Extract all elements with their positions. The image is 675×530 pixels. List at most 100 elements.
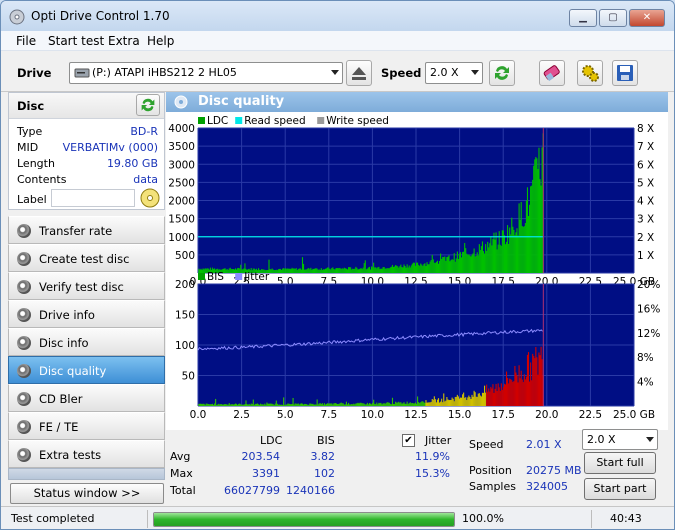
jitter-checkbox[interactable]: ✔ — [402, 434, 415, 447]
bis-bar — [302, 404, 305, 406]
ldc-bar — [301, 257, 304, 273]
eject-button[interactable] — [346, 60, 372, 86]
total-ldc: 66027799 — [224, 484, 280, 497]
ldc-bar — [492, 239, 494, 273]
chevron-down-icon — [471, 70, 479, 75]
nav-cd-bler[interactable]: CD Bler — [8, 384, 165, 412]
bis-bar — [414, 402, 417, 406]
ldc-bar — [329, 268, 331, 273]
legend-label: Jitter — [243, 271, 270, 283]
ldc-bar — [273, 270, 275, 273]
settings-button[interactable] — [577, 60, 603, 86]
speed-select[interactable]: 2.0 X — [425, 62, 483, 84]
bis-bar — [510, 379, 512, 406]
start-full-button[interactable]: Start full — [584, 452, 656, 474]
ldc-bar — [406, 264, 408, 273]
start-part-button[interactable]: Start part — [584, 478, 656, 500]
save-button[interactable] — [612, 60, 638, 86]
ldc-bar — [538, 147, 540, 273]
bis-bar — [477, 393, 479, 406]
bis-bar — [334, 403, 336, 406]
legend-swatch — [235, 117, 243, 124]
nav-create-test-disc[interactable]: Create test disc — [8, 244, 165, 272]
ldc-bar — [515, 232, 517, 273]
bis-bar — [266, 402, 268, 406]
ldc-bar — [338, 267, 340, 273]
bis-bar — [458, 398, 461, 406]
ldc-bar — [405, 267, 407, 273]
drive-select[interactable]: (P:) ATAPI iHBS212 2 HL05 — [69, 62, 343, 84]
minimize-button[interactable]: ▁ — [569, 9, 597, 27]
test-speed-select[interactable]: 2.0 X — [582, 429, 658, 450]
legend-label: BIS — [207, 271, 224, 283]
bis-bar — [478, 393, 480, 406]
bis-bar — [395, 401, 397, 406]
bis-bar — [286, 404, 288, 406]
bis-bar — [435, 402, 437, 406]
ldc-bar — [295, 267, 297, 273]
bis-bar — [491, 388, 493, 406]
bis-bar — [421, 401, 423, 406]
bis-bar — [291, 404, 293, 406]
maximize-button[interactable]: ▢ — [599, 9, 627, 27]
bis-bar — [244, 404, 246, 406]
refresh-speed-button[interactable] — [489, 60, 515, 86]
ldc-bar — [402, 267, 404, 273]
ldc-bar — [430, 260, 432, 273]
disc-yellow-icon[interactable] — [140, 188, 160, 208]
menu-file[interactable]: File — [16, 34, 36, 48]
ldc-bar — [238, 267, 240, 273]
ldc-bar — [456, 251, 458, 273]
nav-fe-te[interactable]: FE / TE — [8, 412, 165, 440]
bis-bar — [447, 399, 449, 406]
maximize-icon: ▢ — [608, 12, 618, 23]
ldc-bar — [539, 179, 541, 273]
ldc-bar — [443, 257, 445, 273]
ldc-bar — [342, 268, 344, 273]
nav-extra-tests[interactable]: Extra tests — [8, 440, 165, 468]
nav-drive-info[interactable]: Drive info — [8, 300, 165, 328]
bis-bar — [383, 403, 385, 406]
nav-transfer-rate[interactable]: Transfer rate — [8, 216, 165, 244]
bis-bar — [201, 404, 203, 406]
ldc-bar — [442, 256, 444, 273]
ldc-bar — [433, 262, 435, 273]
ldc-bar — [536, 158, 538, 273]
col-jitter-header: Jitter — [425, 434, 452, 447]
ldc-bar — [404, 265, 406, 273]
bis-bar — [430, 401, 432, 406]
menu-extra[interactable]: Extra — [108, 34, 140, 48]
ldc-bar — [386, 268, 388, 273]
bis-bar — [519, 378, 521, 406]
bis-bar — [231, 404, 233, 406]
status-window-button[interactable]: Status window >> — [10, 483, 164, 504]
stats-panel: LDC BIS ✔ Jitter Avg 203.54 3.82 11.9% M… — [166, 429, 668, 506]
bis-bar — [413, 403, 416, 406]
drive-icon — [74, 68, 90, 78]
disc-label-input[interactable] — [51, 189, 135, 207]
bis-bar — [314, 404, 316, 406]
ldc-bar — [472, 253, 474, 273]
nav-disc-quality[interactable]: Disc quality — [8, 356, 165, 384]
ldc-bar — [272, 269, 274, 273]
bis-bar — [445, 400, 447, 406]
bis-bar — [228, 403, 230, 406]
bis-bar — [320, 403, 322, 406]
legend-label: Read speed — [244, 115, 305, 127]
disc-refresh-button[interactable] — [136, 94, 160, 116]
ldc-bar — [454, 261, 456, 273]
bis-bar — [429, 402, 431, 406]
bis-bar — [323, 403, 326, 406]
disc-mid-key: MID — [17, 141, 39, 154]
menu-start-test[interactable]: Start test — [48, 34, 104, 48]
bis-bar — [222, 404, 224, 406]
menu-help[interactable]: Help — [147, 34, 174, 48]
erase-button[interactable] — [539, 60, 565, 86]
ldc-bar — [198, 268, 200, 273]
nav-disc-info[interactable]: Disc info — [8, 328, 165, 356]
bis-bar — [515, 372, 517, 406]
nav-verify-test-disc[interactable]: Verify test disc — [8, 272, 165, 300]
bis-bar — [350, 404, 352, 406]
close-button[interactable]: ✕ — [629, 9, 665, 27]
bis-bar — [434, 399, 436, 406]
